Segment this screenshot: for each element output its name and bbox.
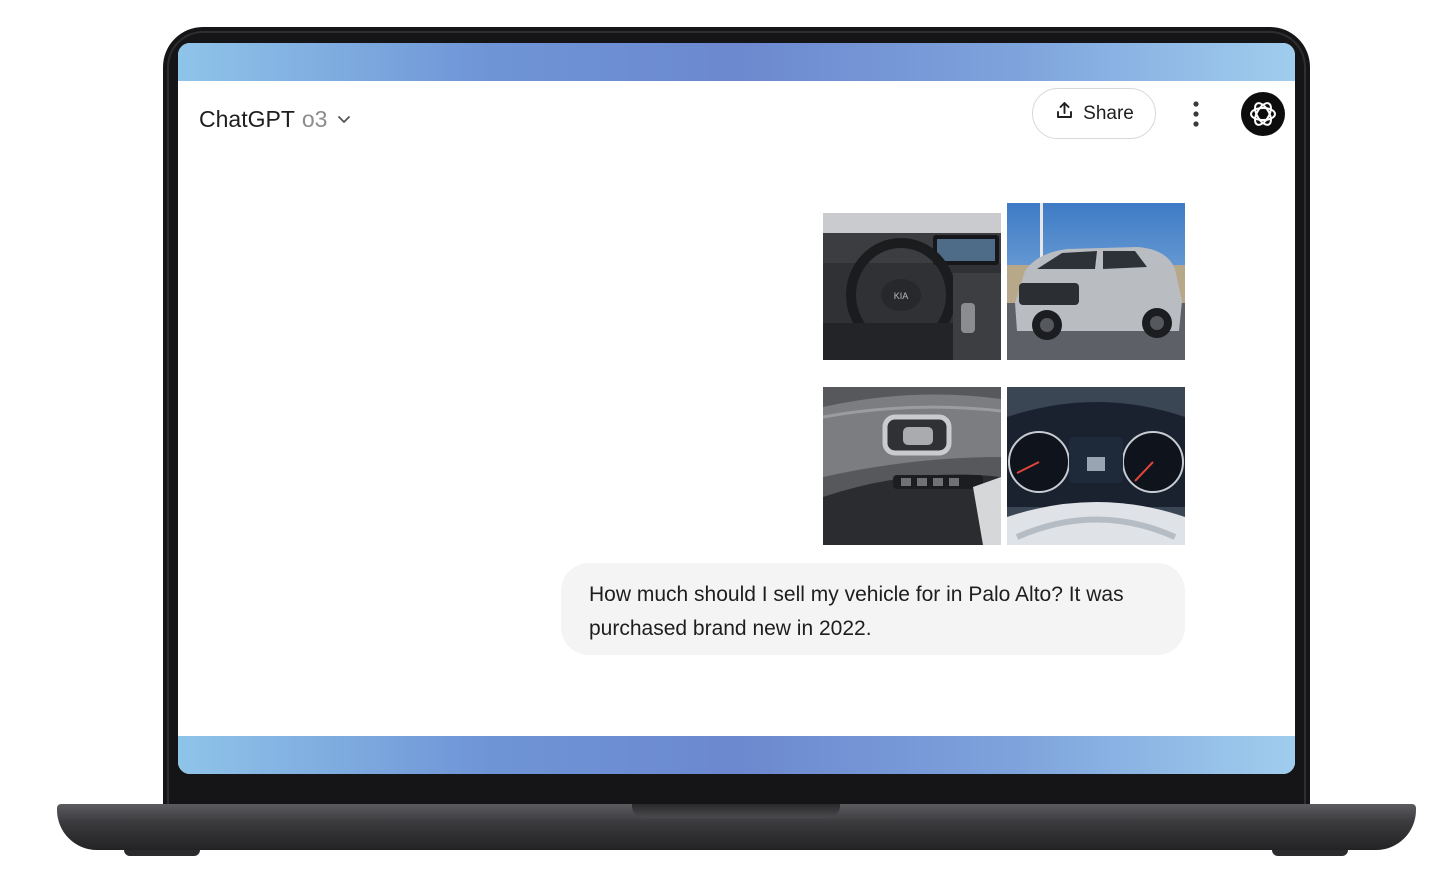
- more-options-button[interactable]: [1186, 97, 1206, 131]
- attachment-exterior-photo[interactable]: [1007, 203, 1185, 360]
- laptop-screen: ChatGPT o3 Share KIA How much should I s…: [178, 43, 1295, 774]
- user-message-bubble: How much should I sell my vehicle for in…: [561, 563, 1185, 655]
- openai-logo-icon: [1250, 102, 1276, 126]
- model-selector[interactable]: ChatGPT o3: [199, 101, 353, 137]
- more-vertical-icon: [1193, 101, 1199, 127]
- laptop-lid: ChatGPT o3 Share KIA How much should I s…: [163, 27, 1310, 810]
- laptop-foot-right: [1272, 850, 1348, 856]
- laptop-base: [57, 804, 1416, 850]
- svg-text:KIA: KIA: [894, 291, 909, 301]
- chat-app: ChatGPT o3 Share KIA How much should I s…: [178, 81, 1295, 736]
- app-name: ChatGPT: [199, 105, 295, 132]
- laptop-lid-notch: [632, 804, 840, 818]
- share-upload-icon: [1054, 100, 1075, 127]
- chevron-down-icon: [335, 110, 353, 128]
- share-label: Share: [1083, 102, 1134, 124]
- share-button[interactable]: Share: [1032, 88, 1156, 139]
- top-gradient-band: [178, 43, 1295, 81]
- attachment-interior-photo[interactable]: KIA: [823, 213, 1001, 360]
- laptop-foot-left: [124, 850, 200, 856]
- attachment-door-panel-photo[interactable]: [823, 387, 1001, 545]
- bottom-gradient-band: [178, 736, 1295, 774]
- attachment-instrument-cluster-photo[interactable]: [1007, 387, 1185, 545]
- avatar[interactable]: [1241, 92, 1285, 136]
- user-message-text: How much should I sell my vehicle for in…: [589, 583, 1124, 640]
- model-name: o3: [301, 105, 328, 132]
